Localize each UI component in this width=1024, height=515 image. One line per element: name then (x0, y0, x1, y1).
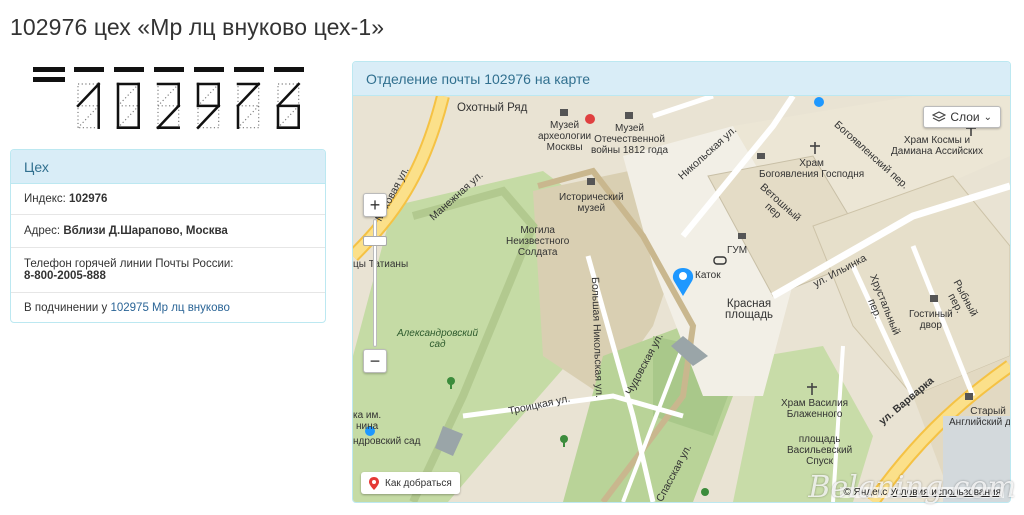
index-digit (276, 82, 301, 129)
parent-office-link[interactable]: 102975 Мр лц внуково (110, 302, 229, 314)
map-label-alexandr: Александровский сад (397, 328, 479, 350)
parent-row: В подчинении у 102975 Мр лц внуково (11, 293, 325, 322)
address-label: Адрес: (24, 225, 61, 237)
index-digit (196, 82, 221, 130)
postal-index-code (33, 67, 304, 130)
phone-value: 8-800-2005-888 (24, 270, 106, 282)
map-label-katok: Каток (695, 270, 721, 281)
map-label-khram-kosmy: Храм Космы и Дамиана Ассийских (891, 135, 984, 157)
map-label-tatiany: цы Татианы (353, 259, 409, 270)
map-label-mogila: Могила Неизвестного Солдата (506, 225, 570, 258)
map-label-aleks-sad-metro: ндровский сад (353, 436, 421, 447)
map-label-stary-dvor: СтарыйАнглийский двор (949, 406, 1010, 428)
plus-icon: + (369, 194, 381, 215)
map-label-khram-vasiliya: Храм Василия Блаженного (781, 398, 849, 420)
zoom-out-button[interactable]: − (363, 349, 387, 373)
index-value: 102976 (69, 193, 108, 205)
address-value: Вблизи Д.Шарапово, Москва (63, 225, 228, 237)
route-pin-icon (369, 476, 379, 490)
index-digit (116, 82, 140, 129)
phone-row: Телефон горячей линии Почты России: 8-80… (11, 248, 325, 293)
map-panel-heading: Отделение почты 102976 на карте (353, 62, 1010, 96)
map-label-vasilevsky: площадь Васильевский Спуск (787, 434, 853, 467)
map-label-gostiny: Гостиный двор (909, 309, 953, 331)
page-title: 102976 цех «Мр лц внуково цех-1» (10, 14, 385, 40)
index-digit (156, 82, 181, 130)
map-label-gum: ГУМ (727, 245, 748, 256)
map-label-museum-war: Музей Отечественной войны 1812 года (591, 123, 669, 156)
index-digit (236, 82, 261, 129)
address-row: Адрес: Вблизи Д.Шарапово, Москва (11, 215, 325, 248)
info-panel-heading: Цех (11, 150, 325, 184)
minus-icon: − (369, 350, 381, 371)
map-canvas[interactable]: Охотный Ряд Музей археологии Москвы Музей О… (353, 96, 1010, 502)
map-label-okhotny: Охотный Ряд (457, 102, 528, 114)
layers-label: Слои (950, 110, 980, 124)
parent-label: В подчинении у (24, 302, 108, 314)
zoom-in-button[interactable]: + (363, 193, 387, 217)
index-label: Индекс: (24, 193, 66, 205)
map-label-lenina: ка им. нина (353, 410, 382, 432)
index-digit (76, 82, 101, 129)
map-panel: Отделение почты 102976 на карте Охотный … (352, 61, 1011, 503)
map-label-museum-arch: Музей археологии Москвы (538, 120, 592, 153)
map-label-krasnaya: Красная площадь (725, 298, 774, 321)
layers-icon (932, 111, 947, 122)
layers-button[interactable]: Слои ⌄ (923, 106, 1001, 128)
map-label-istorich: Исторический музей (559, 192, 624, 214)
zoom-slider-thumb[interactable] (363, 236, 387, 246)
info-panel: Цех Индекс: 102976 Адрес: Вблизи Д.Шарап… (10, 149, 326, 323)
route-button[interactable]: Как добраться (361, 472, 460, 494)
chevron-down-icon: ⌄ (983, 111, 992, 123)
phone-label: Телефон горячей линии Почты России: (24, 258, 234, 270)
watermark: Belaning.com (808, 470, 1016, 505)
route-label: Как добраться (385, 477, 452, 489)
index-row: Индекс: 102976 (11, 184, 325, 215)
map-label-khram-bogoyavl: Храм Богоявления Господня (759, 158, 865, 180)
